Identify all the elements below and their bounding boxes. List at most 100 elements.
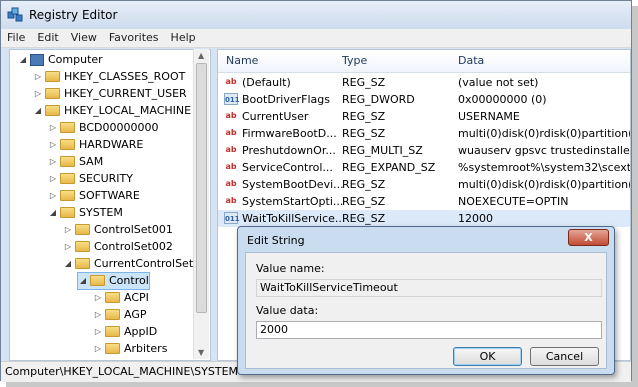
folder-icon [75, 258, 90, 269]
value-data-input[interactable]: 2000 [256, 321, 602, 339]
expand-arrow-icon[interactable]: ▷ [48, 154, 58, 170]
value-row[interactable]: ab SystemStartOpti... REG_SZ NOEXECUTE=OPT… [218, 193, 630, 210]
expand-arrow-icon[interactable]: ▷ [93, 341, 103, 357]
cancel-button[interactable]: Cancel [530, 347, 599, 366]
tree-item-label: BCD00000000 [79, 121, 159, 134]
tree-item-label: AGP [124, 308, 147, 321]
expand-arrow-icon[interactable]: ▷ [48, 188, 58, 204]
menu-file[interactable]: File [1, 29, 31, 44]
tree-item[interactable]: ◢ Control [77, 272, 150, 290]
dialog-title: Edit String [247, 234, 305, 247]
folder-icon [75, 224, 90, 235]
tree-item-label: ACPI [124, 291, 149, 304]
tree-item-label: SECURITY [79, 172, 133, 185]
scroll-thumb[interactable] [196, 63, 207, 313]
value-data: wuauserv gpsvc trustedinstaller [458, 144, 631, 157]
value-row[interactable]: ab FirmwareBootD... REG_SZ multi(0)disk(0)r… [218, 125, 630, 142]
folder-icon [60, 139, 75, 150]
value-name: FirmwareBootD... [242, 127, 337, 140]
expand-arrow-icon[interactable]: ▷ [48, 120, 58, 136]
expand-arrow-icon[interactable]: ▷ [48, 137, 58, 153]
collapse-arrow-icon[interactable]: ◢ [63, 256, 73, 272]
value-data: USERNAME [458, 110, 520, 123]
menu-view[interactable]: View [65, 29, 103, 44]
expand-arrow-icon[interactable]: ▷ [93, 290, 103, 306]
collapse-arrow-icon[interactable]: ◢ [33, 103, 43, 119]
tree-item[interactable]: ▷ HARDWARE [48, 137, 143, 153]
value-row[interactable]: ab ServiceControl... REG_EXPAND_SZ %systemr… [218, 159, 630, 176]
value-data: 12000 [458, 212, 493, 225]
tree-item[interactable]: ◢ Computer [18, 52, 103, 68]
expand-arrow-icon[interactable]: ▷ [48, 171, 58, 187]
scroll-down-icon[interactable]: ▼ [198, 348, 204, 357]
tree-item-label: SYSTEM [79, 206, 123, 219]
tree-item-label: Arbiters [124, 342, 168, 355]
tree-item-label: AppID [124, 325, 158, 338]
folder-icon [60, 122, 75, 133]
scroll-up-icon[interactable]: ▲ [198, 51, 204, 60]
binary-value-icon: 011 [224, 212, 240, 224]
tree-item[interactable]: ▷ SOFTWARE [48, 188, 140, 204]
expand-arrow-icon[interactable]: ▷ [93, 324, 103, 340]
expand-arrow-icon[interactable]: ▷ [33, 69, 43, 85]
string-value-icon: ab [225, 77, 237, 86]
value-row[interactable]: ab SystemBootDevi... REG_SZ multi(0)disk(0)… [218, 176, 630, 193]
value-name: BootDriverFlags [242, 93, 331, 106]
expand-arrow-icon[interactable]: ▷ [93, 307, 103, 323]
value-name: CurrentUser [242, 110, 309, 123]
folder-icon [105, 292, 120, 303]
folder-icon [75, 241, 90, 252]
value-type: REG_DWORD [342, 93, 415, 106]
dialog-body: Value name: WaitToKillServiceTimeout Val… [245, 252, 607, 369]
value-row[interactable]: ab PreshutdownOr... REG_MULTI_SZ wuauserv g… [218, 142, 630, 159]
expand-arrow-icon[interactable]: ▷ [63, 222, 73, 238]
tree-item[interactable]: ▷ AppID [93, 324, 157, 340]
tree-item[interactable]: ▷ SAM [48, 154, 103, 170]
tree-item[interactable]: ▷ BCD00000000 [48, 120, 159, 136]
value-name: PreshutdownOr... [242, 144, 336, 157]
ok-button[interactable]: OK [453, 347, 522, 366]
collapse-arrow-icon[interactable]: ◢ [18, 52, 28, 68]
menu-help[interactable]: Help [165, 29, 202, 44]
value-data: NOEXECUTE=OPTIN [458, 195, 569, 208]
computer-icon [30, 54, 44, 66]
registry-tree[interactable]: ◢ Computer ▷ HKEY_CLASSES_ROOT ▷ HKEY_CURRENT… [9, 49, 211, 361]
tree-item[interactable]: ◢ CurrentControlSet [63, 256, 193, 272]
menu-favorites[interactable]: Favorites [103, 29, 165, 44]
column-header-type[interactable]: Type [342, 54, 367, 67]
value-row[interactable]: 011 BootDriverFlags REG_DWORD 0x00000000 (0… [218, 91, 630, 108]
tree-item[interactable]: ▷ HKEY_CURRENT_USER [33, 86, 187, 102]
collapse-arrow-icon[interactable]: ◢ [48, 205, 58, 221]
tree-item[interactable]: ◢ SYSTEM [48, 205, 123, 221]
tree-item[interactable]: ▷ ACPI [93, 290, 149, 306]
window-title: Registry Editor [29, 8, 118, 22]
value-type: REG_EXPAND_SZ [342, 161, 436, 174]
column-header-data[interactable]: Data [458, 54, 484, 67]
folder-icon [105, 309, 120, 320]
string-value-icon: ab [225, 162, 237, 171]
value-row[interactable]: 011 WaitToKillService... REG_SZ 12000 [218, 210, 630, 227]
tree-item[interactable]: ◢ HKEY_LOCAL_MACHINE [33, 103, 191, 119]
value-row[interactable]: ab (Default) REG_SZ (value not set) [218, 74, 630, 91]
tree-item[interactable]: ▷ AGP [93, 307, 147, 323]
tree-item[interactable]: ▷ SECURITY [48, 171, 133, 187]
tree-item[interactable]: ▷ ControlSet002 [63, 239, 173, 255]
column-header-name[interactable]: Name [226, 54, 258, 67]
dialog-close-button[interactable]: X [568, 229, 609, 246]
string-value-icon: ab [225, 111, 237, 120]
value-row[interactable]: ab CurrentUser REG_SZ USERNAME [218, 108, 630, 125]
expand-arrow-icon[interactable]: ▷ [63, 239, 73, 255]
tree-item-label: SOFTWARE [79, 189, 140, 202]
menu-edit[interactable]: Edit [31, 29, 64, 44]
title-bar[interactable]: Registry Editor [1, 1, 631, 29]
expand-arrow-icon[interactable]: ▷ [33, 86, 43, 102]
tree-item-label: HKEY_CURRENT_USER [64, 87, 187, 100]
value-type: REG_MULTI_SZ [342, 144, 423, 157]
tree-scrollbar[interactable]: ▲ ▼ [193, 49, 209, 359]
tree-item[interactable]: ▷ ControlSet001 [63, 222, 173, 238]
value-name-label: Value name: [256, 262, 325, 275]
tree-item[interactable]: ▷ HKEY_CLASSES_ROOT [33, 69, 185, 85]
folder-icon [45, 105, 60, 116]
collapse-arrow-icon[interactable]: ◢ [78, 273, 88, 289]
tree-item[interactable]: ▷ Arbiters [93, 341, 168, 357]
